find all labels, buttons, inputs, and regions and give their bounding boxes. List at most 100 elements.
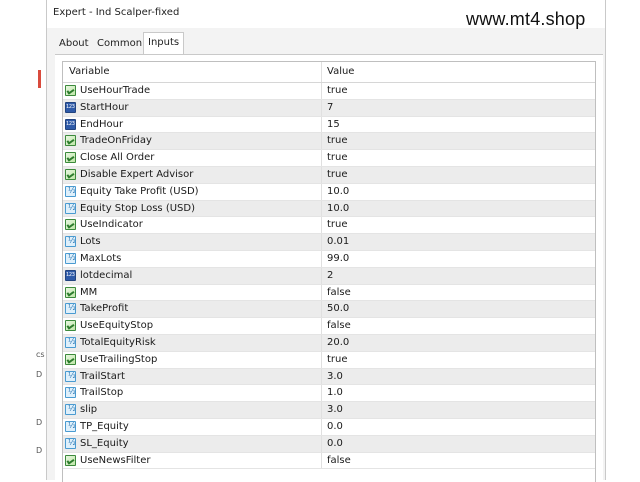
- table-row[interactable]: MM false: [63, 284, 595, 302]
- watermark-text: www.mt4.shop: [466, 9, 586, 29]
- column-divider: [321, 200, 322, 217]
- column-divider[interactable]: [321, 62, 322, 82]
- variable-name: UseTrailingStop: [80, 353, 158, 365]
- table-row[interactable]: MaxLots 99.0: [63, 250, 595, 268]
- variable-name: TotalEquityRisk: [80, 336, 156, 348]
- table-row[interactable]: Equity Take Profit (USD) 10.0: [63, 183, 595, 201]
- terminal-background: cs D D D: [0, 0, 46, 480]
- table-row[interactable]: UseIndicator true: [63, 217, 595, 235]
- int-icon: [65, 269, 76, 281]
- column-divider: [321, 318, 322, 334]
- variable-value[interactable]: 15: [327, 119, 340, 130]
- table-row[interactable]: EndHour 15: [63, 116, 595, 134]
- variable-value[interactable]: 2: [327, 270, 333, 281]
- double-icon: [65, 336, 76, 348]
- variable-value[interactable]: 3.0: [327, 371, 343, 382]
- column-divider: [321, 217, 322, 234]
- double-icon: [65, 437, 76, 449]
- variable-name: Equity Stop Loss (USD): [80, 202, 195, 214]
- table-row[interactable]: TrailStop 1.0: [63, 385, 595, 403]
- table-row[interactable]: slip 3.0: [63, 402, 595, 419]
- variable-value[interactable]: 7: [327, 102, 333, 113]
- table-row[interactable]: Equity Stop Loss (USD) 10.0: [63, 200, 595, 218]
- variable-value[interactable]: false: [327, 320, 351, 331]
- table-row[interactable]: TradeOnFriday true: [63, 133, 595, 151]
- variable-value[interactable]: 3.0: [327, 404, 343, 415]
- double-icon: [65, 387, 76, 399]
- bool-icon: [65, 353, 76, 365]
- double-icon: [65, 303, 76, 315]
- chart-candle: [38, 70, 41, 88]
- column-divider: [321, 284, 322, 301]
- table-row[interactable]: TakeProfit 50.0: [63, 301, 595, 319]
- table-row[interactable]: UseNewsFilter false: [63, 452, 595, 470]
- variable-name: SL_Equity: [80, 437, 129, 449]
- table-row[interactable]: UseTrailingStop true: [63, 351, 595, 369]
- variable-name: Disable Expert Advisor: [80, 168, 194, 180]
- variable-value[interactable]: 0.0: [327, 421, 343, 432]
- column-header-variable[interactable]: Variable: [69, 66, 110, 77]
- variable-value[interactable]: true: [327, 135, 348, 146]
- variable-value[interactable]: 1.0: [327, 387, 343, 398]
- bool-icon: [65, 135, 76, 147]
- column-divider: [321, 435, 322, 452]
- variable-value[interactable]: true: [327, 169, 348, 180]
- variable-value[interactable]: false: [327, 455, 351, 466]
- variable-name: UseEquityStop: [80, 320, 154, 332]
- variable-value[interactable]: 0.0: [327, 438, 343, 449]
- tab-inputs[interactable]: Inputs: [143, 32, 185, 55]
- table-row[interactable]: TP_Equity 0.0: [63, 418, 595, 436]
- variable-name: TrailStop: [80, 387, 124, 399]
- variable-name: MM: [80, 286, 98, 298]
- table-row[interactable]: SL_Equity 0.0: [63, 435, 595, 453]
- variable-name: EndHour: [80, 118, 124, 130]
- table-row[interactable]: TrailStart 3.0: [63, 368, 595, 386]
- background-mark: cs: [36, 350, 45, 359]
- window-title: Expert - Ind Scalper-fixed: [53, 7, 180, 18]
- variable-value[interactable]: true: [327, 219, 348, 230]
- bool-icon: [65, 168, 76, 180]
- column-divider: [321, 334, 322, 351]
- variable-name: TradeOnFriday: [80, 135, 152, 147]
- table-row[interactable]: UseHourTrade true: [63, 83, 595, 100]
- inputs-panel: Variable Value UseHourTrade true StartHour…: [55, 54, 603, 482]
- column-divider: [321, 99, 322, 116]
- variable-name: TrailStart: [80, 370, 125, 382]
- variable-value[interactable]: true: [327, 152, 348, 163]
- table-row[interactable]: Close All Order true: [63, 150, 595, 167]
- column-divider: [321, 166, 322, 183]
- int-icon: [65, 101, 76, 113]
- variable-value[interactable]: true: [327, 354, 348, 365]
- variable-value[interactable]: 50.0: [327, 303, 349, 314]
- variable-value[interactable]: 99.0: [327, 253, 349, 264]
- variable-name: UseHourTrade: [80, 85, 151, 96]
- column-divider: [321, 183, 322, 200]
- double-icon: [65, 252, 76, 264]
- variable-name: UseNewsFilter: [80, 454, 151, 466]
- tab-common[interactable]: Common: [93, 34, 146, 54]
- variable-value[interactable]: 0.01: [327, 236, 349, 247]
- table-row[interactable]: StartHour 7: [63, 99, 595, 117]
- variable-value[interactable]: 10.0: [327, 203, 349, 214]
- column-divider: [321, 234, 322, 250]
- bool-icon: [65, 454, 76, 466]
- background-mark: D: [36, 370, 43, 379]
- double-icon: [65, 404, 76, 416]
- column-divider: [321, 267, 322, 284]
- variable-value[interactable]: 10.0: [327, 186, 349, 197]
- column-divider: [321, 351, 322, 368]
- variable-value[interactable]: 20.0: [327, 337, 349, 348]
- variable-name: TakeProfit: [80, 303, 129, 315]
- variable-value[interactable]: false: [327, 287, 351, 298]
- variable-value[interactable]: true: [327, 85, 348, 96]
- column-header-value[interactable]: Value: [327, 66, 354, 77]
- table-row[interactable]: Disable Expert Advisor true: [63, 166, 595, 184]
- table-row[interactable]: Lots 0.01: [63, 234, 595, 251]
- variable-name: Equity Take Profit (USD): [80, 185, 199, 197]
- table-row[interactable]: TotalEquityRisk 20.0: [63, 334, 595, 352]
- table-row[interactable]: UseEquityStop false: [63, 318, 595, 335]
- bool-icon: [65, 152, 76, 164]
- table-row[interactable]: lotdecimal 2: [63, 267, 595, 285]
- column-divider: [321, 385, 322, 402]
- tab-about[interactable]: About: [55, 34, 93, 54]
